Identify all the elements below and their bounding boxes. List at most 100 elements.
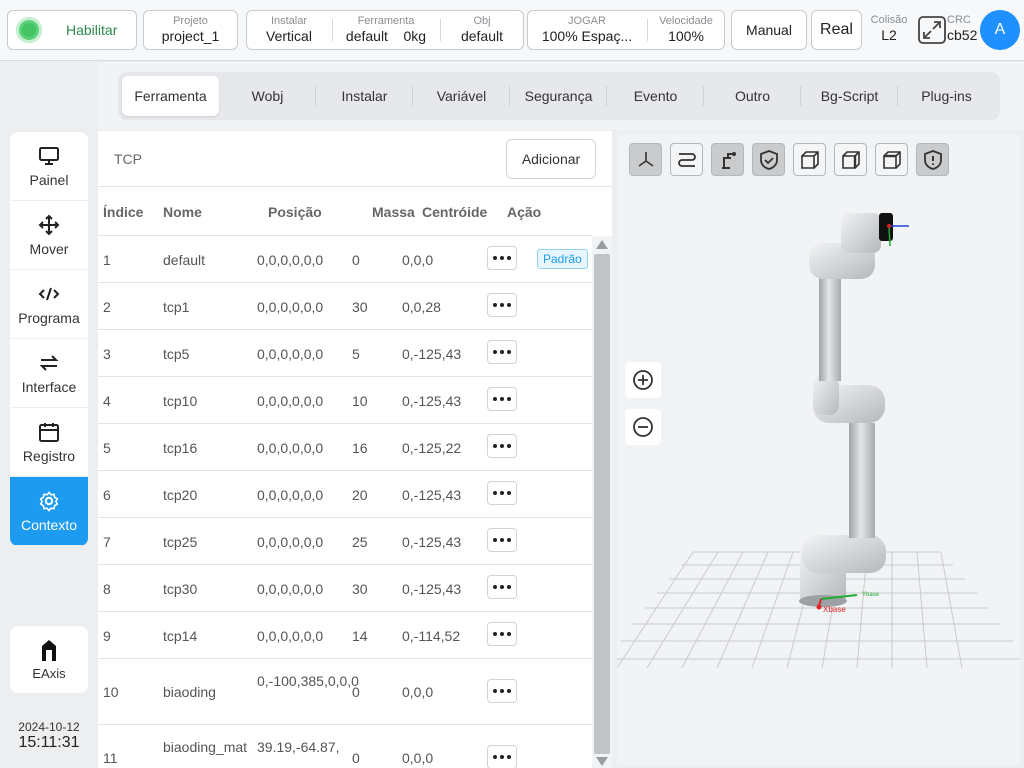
table-row[interactable]: 6 tcp20 0,0,0,0,0,0 20 0,-125,43 [98,471,592,518]
row-actions-button[interactable] [487,745,517,768]
row-actions-button[interactable] [487,434,517,458]
sidebar-nav: Painel Mover Programa Interface Registro… [10,132,88,546]
sidebar-item-interface[interactable]: Interface [10,339,88,408]
row-actions-button[interactable] [487,387,517,411]
speed-value: 100% [668,28,704,44]
tab-label: Wobj [251,88,284,104]
cube-front-icon[interactable] [793,143,826,176]
row-actions-button[interactable] [487,481,517,505]
sidebar-item-eaxis[interactable]: EAxis [10,626,88,693]
sidebar-item-painel[interactable]: Painel [10,132,88,201]
move-arrows-icon [38,214,60,235]
scroll-down-arrow[interactable] [596,757,608,766]
fullscreen-expand-icon[interactable] [917,15,947,45]
row-actions-button[interactable] [487,528,517,552]
tab-label: Ferramenta [134,88,207,104]
tab-ferramenta[interactable]: Ferramenta [122,76,219,116]
tab-outro[interactable]: Outro [704,76,801,116]
obj-key: Obj [473,15,491,27]
manual-mode-button[interactable]: Manual [731,10,807,50]
tab-wobj[interactable]: Wobj [219,76,316,116]
table-row[interactable]: 4 tcp10 0,0,0,0,0,0 10 0,-125,43 [98,377,592,424]
cell-centroid: 0,-125,22 [402,440,462,456]
robot-arm [799,213,909,607]
cell-index: 11 [103,750,118,766]
row-actions-button[interactable] [487,293,517,317]
sidebar-item-mover[interactable]: Mover [10,201,88,270]
crc-key: CRC [947,14,971,26]
table-row[interactable]: 5 tcp16 0,0,0,0,0,0 16 0,-125,22 [98,424,592,471]
table-row[interactable]: 11 biaoding_mat 39.19,-64.87, 0 0,0,0 [98,725,592,768]
cell-position: 0,0,0,0,0,0 [257,534,324,550]
enable-button[interactable]: Habilitar [7,10,137,50]
cell-name: tcp10 [163,393,198,409]
cell-index: 6 [103,487,111,503]
sidebar-item-registro[interactable]: Registro [10,408,88,477]
tab-label: Plug-ins [921,88,972,104]
install-tool-obj-box[interactable]: Instalar Vertical Ferramenta default 0kg… [246,10,524,50]
cell-name: tcp14 [163,628,198,644]
tab-instalar[interactable]: Instalar [316,76,413,116]
row-actions-button[interactable] [487,246,517,270]
collision-value: L2 [881,27,897,43]
table-row[interactable]: 3 tcp5 0,0,0,0,0,0 5 0,-125,43 [98,330,592,377]
cell-mass: 16 [352,440,368,456]
scroll-thumb[interactable] [594,254,610,754]
external-axis-icon [42,640,56,661]
project-box[interactable]: Projeto project_1 [143,10,238,50]
robot-3d-view[interactable]: Xbase Ybase [617,135,1020,765]
table-row[interactable]: 8 tcp30 0,0,0,0,0,0 30 0,-125,43 [98,565,592,612]
x-axis-label: Xbase [823,605,846,614]
crc-value: cb52 [947,27,978,43]
robot-scene: Xbase Ybase [617,213,1020,669]
cell-centroid: 0,-125,43 [402,393,462,409]
tab-plug-ins[interactable]: Plug-ins [898,76,995,116]
cell-centroid: 0,-125,43 [402,581,462,597]
zoom-out-icon[interactable] [625,409,661,445]
tab-variavel[interactable]: Variável [413,76,510,116]
tab-evento[interactable]: Evento [607,76,704,116]
tab-label: Segurança [524,88,593,104]
row-actions-button[interactable] [487,575,517,599]
cell-mass: 14 [352,628,368,644]
row-actions-button[interactable] [487,340,517,364]
col-centroid-header: Centróide [422,204,488,220]
shield-check-icon[interactable] [752,143,785,176]
tab-label: Evento [633,88,678,104]
user-avatar[interactable]: A [980,10,1020,50]
sidebar-item-programa[interactable]: Programa [10,270,88,339]
jog-speed-box[interactable]: JOGAR 100% Espaç... Velocidade 100% [527,10,725,50]
shield-alert-icon[interactable] [916,143,949,176]
monitor-icon [39,146,59,165]
cube-top-icon[interactable] [875,143,908,176]
table-row[interactable]: 7 tcp25 0,0,0,0,0,0 25 0,-125,43 [98,518,592,565]
zoom-in-icon[interactable] [625,362,661,398]
code-icon [38,287,60,300]
robot-icon[interactable] [711,143,744,176]
tcp-panel: TCP Adicionar Índice Nome Posição Massa … [98,131,612,768]
row-actions-button[interactable] [487,679,517,703]
scroll-up-arrow[interactable] [596,240,608,249]
project-value: project_1 [161,28,220,44]
table-row[interactable]: 2 tcp1 0,0,0,0,0,0 30 0,0,28 [98,283,592,330]
real-mode-button[interactable]: Real [811,10,862,50]
tab-seguranca[interactable]: Segurança [510,76,607,116]
sidebar-item-contexto[interactable]: Contexto [10,477,88,546]
cell-mass: 30 [352,581,368,597]
row-actions-button[interactable] [487,622,517,646]
path-icon[interactable] [670,143,703,176]
cell-position: 0,0,0,0,0,0 [257,440,324,456]
cube-side-icon[interactable] [834,143,867,176]
tab-bg-script[interactable]: Bg-Script [801,76,898,116]
cell-name: tcp5 [163,346,190,362]
table-row[interactable]: 9 tcp14 0,0,0,0,0,0 14 0,-114,52 [98,612,592,659]
jog-key: JOGAR [568,15,606,27]
add-tcp-button[interactable]: Adicionar [506,139,596,179]
crc-checksum: CRC cb52 [947,14,981,44]
table-row[interactable]: 1 default 0,0,0,0,0,0 0 0,0,0 Padrão [98,236,592,283]
table-scrollbar[interactable] [592,236,612,768]
cell-index: 4 [103,393,111,409]
table-row[interactable]: 10 biaoding 0,-100,385,0,0,0 0 0,0,0 [98,659,592,725]
axis-view-icon[interactable] [629,143,662,176]
system-date: 2024-10-12 [18,720,80,734]
